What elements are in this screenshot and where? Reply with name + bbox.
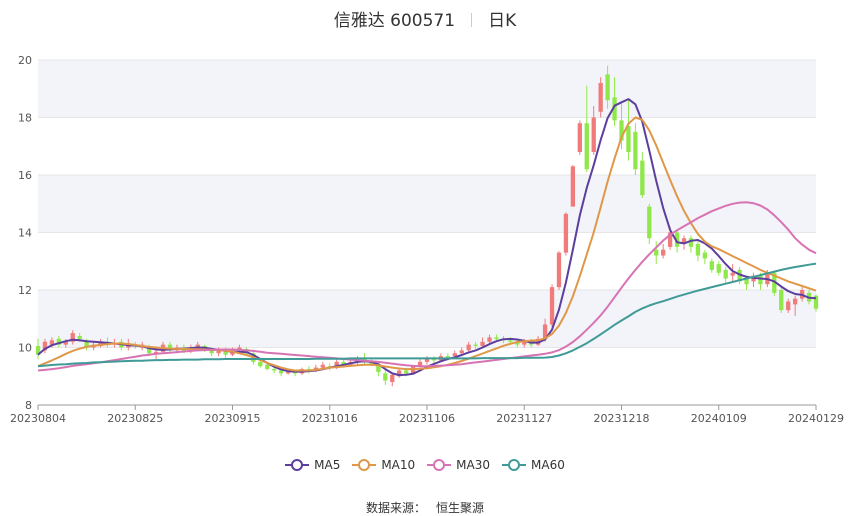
- x-tick-label: 20240129: [788, 412, 844, 425]
- candle-body: [605, 74, 610, 101]
- x-tick-label: 20231016: [302, 412, 358, 425]
- legend-marker-icon: [502, 459, 527, 471]
- y-tick-label: 16: [18, 169, 32, 182]
- x-tick-label: 20230825: [107, 412, 163, 425]
- legend-item-ma10[interactable]: MA10: [352, 458, 415, 472]
- x-tick-label: 20240109: [691, 412, 747, 425]
- y-tick-label: 14: [18, 227, 32, 240]
- y-tick-label: 12: [18, 284, 32, 297]
- candle-body: [786, 301, 791, 311]
- candle-body: [265, 364, 270, 370]
- candle-body: [459, 350, 464, 354]
- legend-marker-icon: [285, 459, 310, 471]
- candle-body: [640, 160, 645, 196]
- legend-marker-icon: [352, 459, 377, 471]
- candle-body: [258, 361, 263, 367]
- candle-body: [480, 341, 485, 347]
- candle-body: [320, 364, 325, 368]
- candle-body: [445, 356, 450, 358]
- candlestick-chart: 8 10 12 14 16 18 20 20230804 20230825 20230915 202…: [10, 54, 844, 425]
- candle-body: [633, 131, 638, 170]
- candle-body: [793, 298, 798, 305]
- legend-label: MA10: [381, 458, 416, 472]
- candle-body: [647, 206, 652, 239]
- candle-body: [424, 359, 430, 362]
- data-source: 数据来源： 恒生聚源: [0, 499, 850, 516]
- candle-body: [758, 275, 763, 285]
- candle-body: [779, 290, 784, 311]
- candle-body: [383, 373, 388, 381]
- legend-label: MA30: [456, 458, 491, 472]
- legend: MA5 MA10 MA30 MA60: [0, 458, 850, 474]
- grid-band: [38, 175, 816, 233]
- y-tick-label: 20: [18, 54, 32, 67]
- candle-body: [272, 369, 277, 371]
- candle-body: [661, 249, 666, 256]
- source-label: 数据来源：: [365, 501, 426, 515]
- legend-marker-icon: [427, 459, 452, 471]
- candle-body: [556, 252, 562, 288]
- grid-band: [38, 290, 816, 348]
- y-tick-label: 18: [18, 112, 32, 125]
- x-tick-label: 20231218: [594, 412, 650, 425]
- candle-body: [626, 126, 631, 152]
- candle-body: [77, 336, 82, 339]
- y-tick-label: 8: [25, 399, 32, 412]
- candle-body: [494, 337, 499, 339]
- candle-body: [716, 264, 721, 273]
- legend-label: MA60: [531, 458, 565, 472]
- candle-body: [487, 337, 492, 342]
- y-tick-label: 10: [18, 342, 32, 355]
- candle-body: [452, 353, 457, 357]
- candle-body: [390, 374, 395, 382]
- candle-body: [577, 123, 582, 152]
- candle-body: [723, 269, 728, 279]
- candle-body: [688, 238, 694, 247]
- candle-body: [278, 370, 284, 374]
- x-tick-label: 20231127: [496, 412, 552, 425]
- candle-body: [584, 123, 589, 170]
- candle-body: [709, 261, 714, 270]
- legend-item-ma5[interactable]: MA5: [285, 458, 340, 472]
- grid-band: [38, 60, 816, 118]
- candle-body: [473, 344, 478, 347]
- candle-body: [695, 244, 701, 256]
- candle-body: [570, 166, 576, 207]
- candle-body: [598, 83, 603, 112]
- x-tick-label: 20231106: [399, 412, 455, 425]
- candle-body: [654, 249, 659, 256]
- candle-body: [466, 344, 471, 351]
- candle-body: [702, 252, 708, 259]
- legend-item-ma60[interactable]: MA60: [502, 458, 565, 472]
- x-tick-label: 20230804: [10, 412, 66, 425]
- candle-body: [404, 370, 409, 374]
- candle-body: [508, 340, 513, 342]
- legend-label: MA5: [314, 458, 341, 472]
- candle-body: [730, 272, 735, 276]
- candle-body: [563, 213, 569, 253]
- candle-body: [591, 117, 596, 152]
- legend-item-ma30[interactable]: MA30: [427, 458, 490, 472]
- candle-body: [549, 287, 555, 325]
- source-name: 恒生聚源: [436, 501, 485, 515]
- x-tick-label: 20230915: [205, 412, 261, 425]
